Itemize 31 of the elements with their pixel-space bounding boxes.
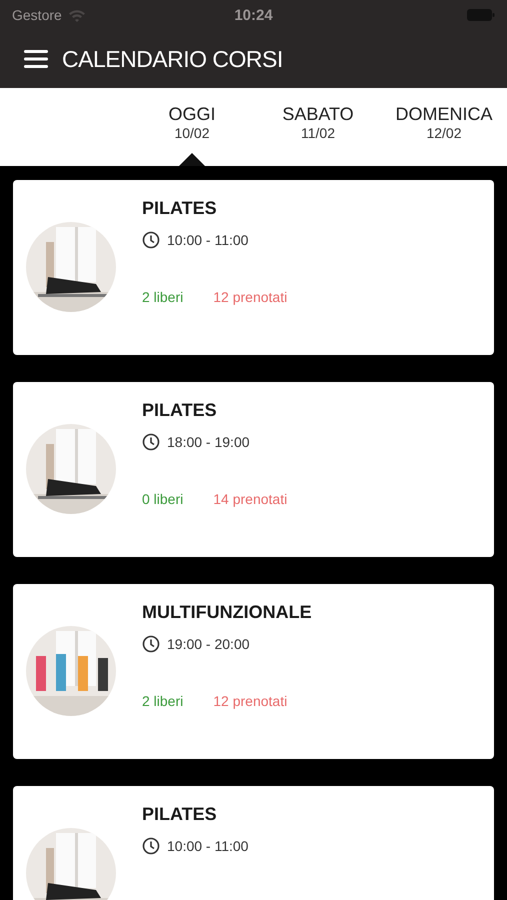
- course-card[interactable]: PILATES 18:00 - 19:00 0 liberi 14 prenotati: [13, 382, 494, 557]
- free-spots: 2 liberi: [142, 693, 184, 709]
- course-card[interactable]: PILATES 10:00 - 11:00: [13, 786, 494, 900]
- wifi-icon: [68, 8, 86, 22]
- day-tab[interactable]: SABATO 11/02: [255, 88, 381, 166]
- clock-icon: [142, 635, 160, 653]
- booked-count: 12 prenotati: [213, 289, 288, 305]
- status-time: 10:24: [234, 6, 273, 24]
- battery-icon: [467, 9, 495, 21]
- page-title: CALENDARIO CORSI: [62, 46, 283, 72]
- course-card[interactable]: PILATES 10:00 - 11:00 2 liberi 12 prenotati: [13, 180, 494, 355]
- clock-icon: [142, 433, 160, 451]
- clock-icon: [142, 837, 160, 855]
- course-time: 18:00 - 19:00: [167, 434, 250, 450]
- course-name: PILATES: [142, 804, 218, 825]
- menu-icon[interactable]: [24, 50, 48, 68]
- clock-icon: [142, 231, 160, 249]
- course-time: 10:00 - 11:00: [167, 838, 248, 854]
- course-card[interactable]: MULTIFUNZIONALE 19:00 - 20:00 2 liberi 12 prenotati: [13, 584, 494, 759]
- day-tab[interactable]: DOMENICA 12/02: [381, 88, 507, 166]
- course-time: 10:00 - 11:00: [167, 232, 248, 248]
- free-spots: 0 liberi: [142, 491, 184, 507]
- course-name: PILATES: [142, 198, 218, 219]
- course-time: 19:00 - 20:00: [167, 636, 250, 652]
- day-tab[interactable]: OGGI 10/02: [129, 88, 255, 166]
- carrier-name: Gestore: [12, 7, 62, 23]
- course-name: PILATES: [142, 400, 218, 421]
- course-name: MULTIFUNZIONALE: [142, 602, 312, 623]
- booked-count: 12 prenotati: [213, 693, 288, 709]
- booked-count: 14 prenotati: [213, 491, 288, 507]
- free-spots: 2 liberi: [142, 289, 184, 305]
